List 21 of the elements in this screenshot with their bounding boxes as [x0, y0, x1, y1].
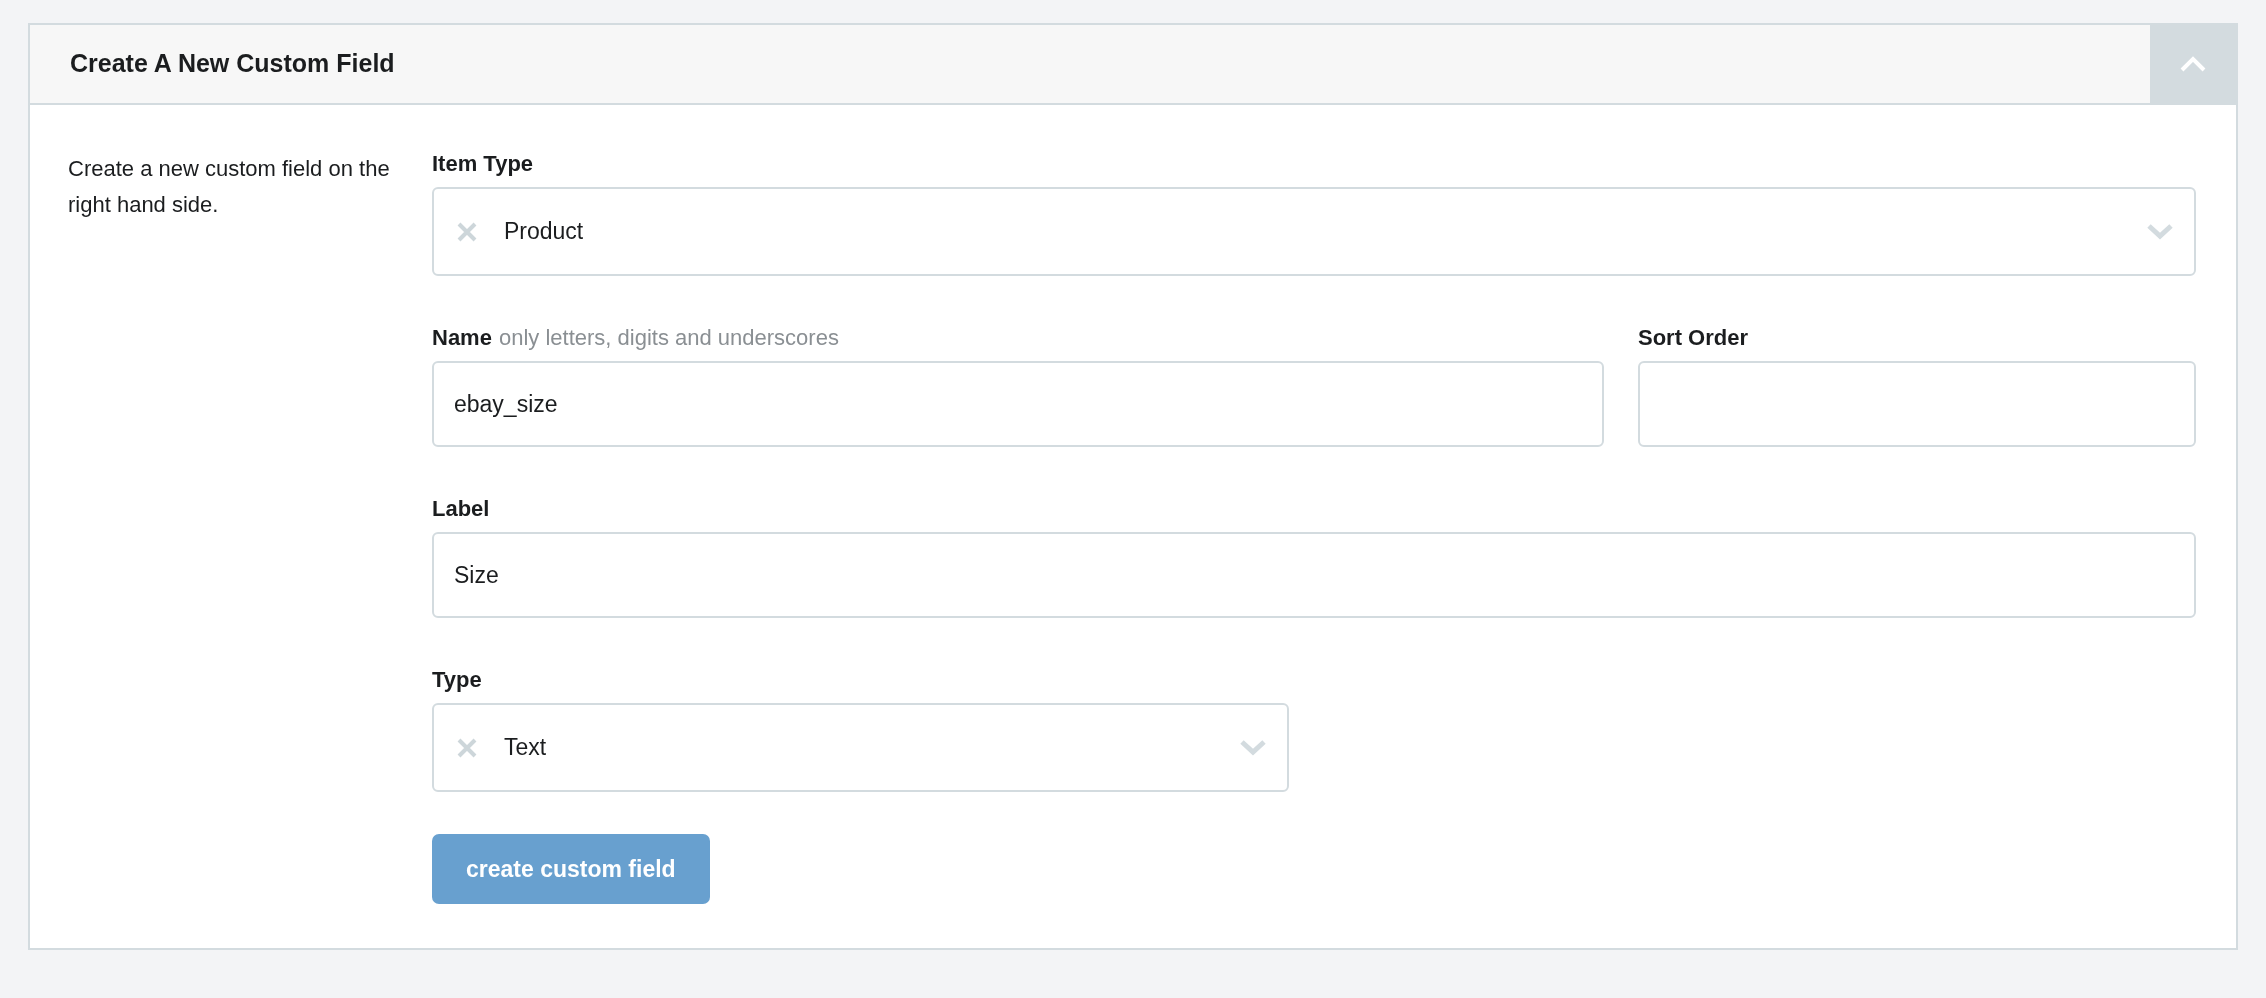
select-value: Product: [504, 217, 585, 247]
chevron-down-icon[interactable]: [1239, 738, 1267, 757]
select-field[interactable]: Text: [432, 703, 1289, 792]
field-label: Sort Order: [1638, 325, 1749, 350]
clear-icon[interactable]: [456, 736, 478, 759]
select-value: Text: [504, 733, 548, 763]
field-label: Name: [432, 325, 492, 350]
collapse-button[interactable]: [2150, 25, 2236, 103]
field-label: Label: [432, 496, 490, 521]
text-input[interactable]: ebay_size: [432, 361, 1604, 447]
text-input[interactable]: Size: [432, 532, 2196, 618]
select-field[interactable]: Product: [432, 187, 2196, 276]
description-text: Create a new custom field on the right hand side.: [68, 155, 391, 219]
field-label: Type: [432, 667, 482, 692]
chevron-up-icon: [2179, 55, 2207, 73]
field-label: Item Type: [432, 151, 534, 176]
field-hint: only letters, digits and underscores: [498, 325, 839, 350]
text-input[interactable]: [1638, 361, 2196, 447]
chevron-down-icon[interactable]: [2146, 222, 2174, 241]
panel-title: Create A New Custom Field: [69, 48, 396, 80]
clear-icon[interactable]: [456, 220, 478, 243]
